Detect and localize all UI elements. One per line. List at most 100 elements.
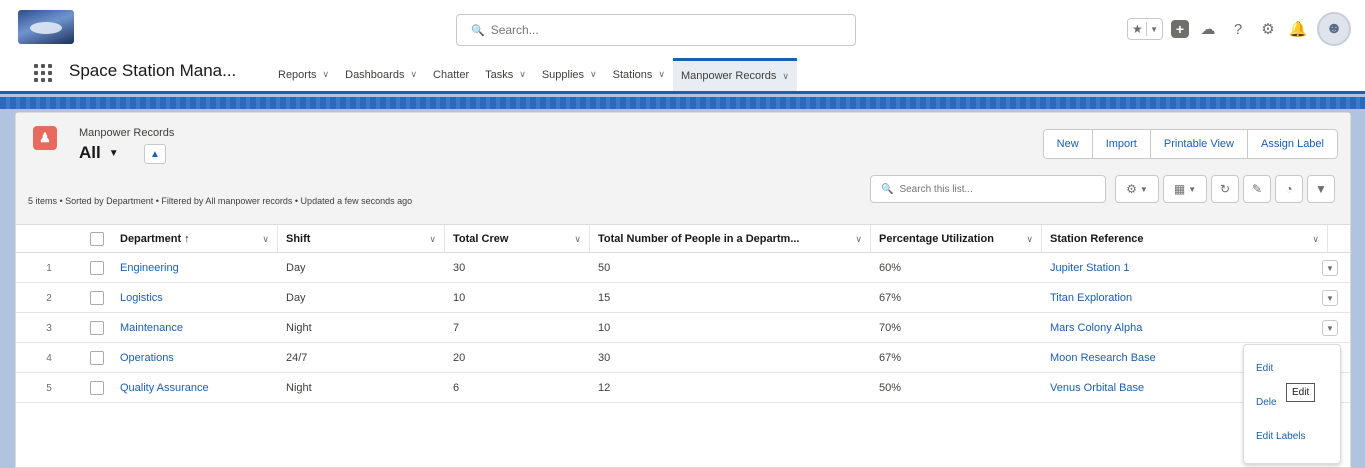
table-cell: 70% [871, 313, 1042, 343]
assign-label-button[interactable]: Assign Label [1248, 130, 1337, 158]
filters-button[interactable]: ▼ [1307, 175, 1335, 203]
pie-chart-icon: ◔ [1285, 182, 1293, 196]
list-view-selector[interactable]: All ▼ [79, 143, 119, 163]
row-number: 1 [46, 262, 52, 274]
list-view-name: All [79, 143, 101, 162]
table-cell: 30 [590, 343, 871, 373]
printable-view-button[interactable]: Printable View [1151, 130, 1248, 158]
bell-icon[interactable]: 🔔 [1287, 18, 1309, 40]
column-header[interactable]: Total Number of People in a Departm... ∨ [590, 225, 871, 253]
tab-chatter[interactable]: Chatter [425, 58, 477, 91]
table-row[interactable]: 5 Quality Assurance Night 6 12 50% Venus Orbit… [16, 373, 1350, 403]
global-search-input[interactable] [490, 23, 831, 37]
tab-dashboards[interactable]: Dashboards ∨ [337, 58, 425, 91]
chevron-down-icon[interactable]: ∨ [1312, 234, 1319, 245]
tab-reports[interactable]: Reports ∨ [270, 58, 337, 91]
list-search[interactable]: 🔍 Search this list... [870, 175, 1106, 203]
cell-people: 10 [598, 322, 611, 334]
user-avatar[interactable]: ☻ [1317, 12, 1351, 46]
import-button[interactable]: Import [1093, 130, 1151, 158]
station-reference-link[interactable]: Titan Exploration [1050, 292, 1132, 304]
gear-icon[interactable]: ⚙ [1257, 18, 1279, 40]
global-search[interactable]: 🔍 [456, 14, 856, 46]
column-header-label: Total Crew [453, 233, 509, 245]
chevron-down-icon[interactable]: ∨ [782, 71, 789, 82]
cell-shift: Night [286, 382, 312, 394]
edit-list-button[interactable]: ✎ [1243, 175, 1271, 203]
station-reference-link[interactable]: Venus Orbital Base [1050, 382, 1144, 394]
table-row[interactable]: 1 Engineering Day 30 50 60% Jupiter Station 1 ▼ [16, 253, 1350, 283]
chevron-down-icon[interactable]: ∨ [519, 69, 526, 80]
cell-crew: 7 [453, 322, 460, 334]
menu-item-delete[interactable]: Dele [1256, 397, 1277, 408]
tab-manpower-records[interactable]: Manpower Records ∨ [672, 58, 797, 91]
table-cell: Day [278, 283, 445, 313]
list-search-placeholder: Search this list... [899, 183, 973, 195]
row-checkbox[interactable] [90, 351, 104, 365]
column-header-label: Department ↑ [120, 233, 190, 245]
table-icon: ▦ [1173, 182, 1186, 196]
tab-supplies[interactable]: Supplies ∨ [534, 58, 605, 91]
chevron-down-icon[interactable]: ∨ [658, 69, 665, 80]
app-launcher-icon[interactable] [34, 64, 52, 82]
row-select-cell [82, 343, 112, 373]
trailhead-icon[interactable]: ☁ [1197, 18, 1219, 40]
cell-people: 30 [598, 352, 611, 364]
column-header[interactable]: Percentage Utilization ∨ [871, 225, 1042, 253]
chevron-down-icon[interactable]: ∨ [1026, 234, 1033, 245]
table-row[interactable]: 4 Operations 24/7 20 30 67% Moon Research Base [16, 343, 1350, 373]
column-header-label: Station Reference [1050, 233, 1144, 245]
chevron-down-icon[interactable]: ∨ [429, 234, 436, 245]
global-actions-plus-icon[interactable]: + [1171, 20, 1189, 38]
row-checkbox[interactable] [90, 381, 104, 395]
table-header: Department ↑ ∨ Shift ∨ Total Crew ∨ Total Numb… [16, 225, 1350, 253]
chevron-down-icon[interactable]: ∨ [574, 234, 581, 245]
menu-item-edit-labels[interactable]: Edit Labels [1256, 431, 1305, 442]
row-actions-chevron-down-icon[interactable]: ▼ [1322, 320, 1338, 336]
new-button[interactable]: New [1044, 130, 1093, 158]
station-reference-link[interactable]: Jupiter Station 1 [1050, 262, 1130, 274]
select-all-checkbox[interactable] [90, 232, 104, 246]
favorites-button[interactable]: ★ ▼ [1127, 18, 1163, 40]
department-link[interactable]: Quality Assurance [120, 382, 209, 394]
department-link[interactable]: Logistics [120, 292, 163, 304]
table-cell: 6 [445, 373, 590, 403]
station-reference-link[interactable]: Moon Research Base [1050, 352, 1156, 364]
chevron-down-icon[interactable]: ∨ [323, 69, 330, 80]
charts-button[interactable]: ◔ [1275, 175, 1303, 203]
nav-tabs: Reports ∨ Dashboards ∨ Chatter Tasks ∨ Supplies… [270, 58, 797, 91]
column-header[interactable]: Shift ∨ [278, 225, 445, 253]
column-header[interactable]: Station Reference ∨ [1042, 225, 1328, 253]
display-as-button[interactable]: ▦ ▼ [1163, 175, 1207, 203]
table-row[interactable]: 2 Logistics Day 10 15 67% Titan Exploration ▼ [16, 283, 1350, 313]
department-link[interactable]: Maintenance [120, 322, 183, 334]
row-checkbox[interactable] [90, 321, 104, 335]
org-logo[interactable] [18, 10, 74, 44]
menu-item-edit[interactable]: Edit [1256, 363, 1273, 374]
cell-util: 67% [879, 352, 902, 364]
header-tools: ★ ▼ + ☁ ? ⚙ 🔔 ☻ [1127, 9, 1351, 49]
pin-list-view-button[interactable]: ▲ [144, 144, 166, 164]
department-link[interactable]: Engineering [120, 262, 179, 274]
gear-icon: ⚙ [1126, 182, 1137, 196]
tab-tasks[interactable]: Tasks ∨ [477, 58, 534, 91]
list-view-settings-button[interactable]: ⚙ ▼ [1115, 175, 1159, 203]
cell-crew: 20 [453, 352, 466, 364]
row-checkbox[interactable] [90, 291, 104, 305]
list-view-info: 5 items • Sorted by Department • Filtere… [28, 196, 413, 206]
chevron-down-icon[interactable]: ∨ [590, 69, 597, 80]
chevron-down-icon[interactable]: ∨ [262, 234, 269, 245]
refresh-button[interactable]: ↻ [1211, 175, 1239, 203]
station-reference-link[interactable]: Mars Colony Alpha [1050, 322, 1142, 334]
chevron-down-icon[interactable]: ∨ [410, 69, 417, 80]
table-row[interactable]: 3 Maintenance Night 7 10 70% Mars Colony Alpha… [16, 313, 1350, 343]
row-actions-chevron-down-icon[interactable]: ▼ [1322, 290, 1338, 306]
help-icon[interactable]: ? [1227, 18, 1249, 40]
tab-stations[interactable]: Stations ∨ [605, 58, 673, 91]
department-link[interactable]: Operations [120, 352, 174, 364]
row-actions-chevron-down-icon[interactable]: ▼ [1322, 260, 1338, 276]
row-checkbox[interactable] [90, 261, 104, 275]
chevron-down-icon[interactable]: ∨ [855, 234, 862, 245]
column-header[interactable]: Total Crew ∨ [445, 225, 590, 253]
column-header[interactable]: Department ↑ ∨ [112, 225, 278, 253]
